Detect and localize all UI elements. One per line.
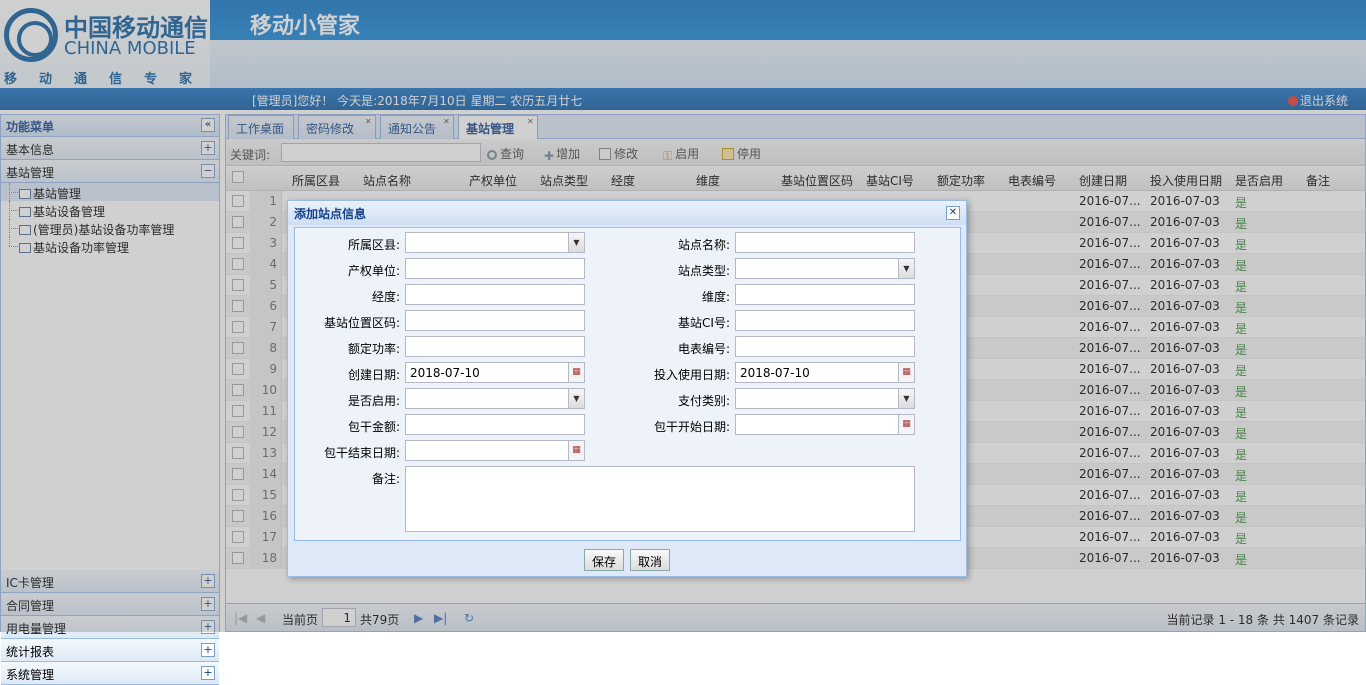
remark-label: 备注:: [371, 472, 400, 486]
in-use-date-value: 2018-07-10: [740, 366, 810, 380]
power-input[interactable]: [405, 336, 585, 357]
site-type-select[interactable]: ▼: [735, 258, 915, 279]
calendar-icon[interactable]: ▦: [568, 441, 584, 460]
save-button[interactable]: 保存: [584, 549, 625, 571]
owner-input[interactable]: [405, 258, 585, 279]
lump-start-label: 包干开始日期:: [653, 420, 730, 434]
enabled-label: 是否启用:: [347, 394, 400, 408]
in-use-date-input[interactable]: 2018-07-10 ▦: [735, 362, 915, 383]
dialog-title: 添加站点信息: [294, 207, 367, 221]
lump-end-label: 包干结束日期:: [323, 446, 400, 460]
menu-group-label: 统计报表: [6, 645, 55, 659]
owner-label: 产权单位:: [347, 264, 400, 278]
site-name-input[interactable]: [735, 232, 915, 253]
lump-end-input[interactable]: ▦: [405, 440, 585, 461]
longitude-input[interactable]: [405, 284, 585, 305]
meter-label: 电表编号:: [677, 342, 730, 356]
lac-input[interactable]: [405, 310, 585, 331]
created-date-input[interactable]: 2018-07-10 ▦: [405, 362, 585, 383]
power-label: 额定功率:: [347, 342, 400, 356]
chevron-down-icon[interactable]: ▼: [898, 389, 914, 408]
add-site-dialog: 添加站点信息 ✕ 所属区县: ▼ 站点名称: 产权单位: 站点类型: ▼ 经度:…: [287, 200, 967, 577]
expand-icon[interactable]: +: [201, 643, 215, 657]
menu-group-reports[interactable]: 统计报表 +: [1, 639, 219, 662]
county-select[interactable]: ▼: [405, 232, 585, 253]
pay-type-select[interactable]: ▼: [735, 388, 915, 409]
latitude-input[interactable]: [735, 284, 915, 305]
dialog-close-icon[interactable]: ✕: [946, 206, 960, 220]
expand-icon[interactable]: +: [201, 666, 215, 680]
menu-group-label: 系统管理: [6, 668, 55, 682]
lump-amount-input[interactable]: [405, 414, 585, 435]
dialog-form: 所属区县: ▼ 站点名称: 产权单位: 站点类型: ▼ 经度: 维度: 基站位置…: [294, 227, 961, 541]
enabled-select[interactable]: ▼: [405, 388, 585, 409]
calendar-icon[interactable]: ▦: [898, 415, 914, 434]
ci-label: 基站CI号:: [678, 316, 730, 330]
created-label: 创建日期:: [347, 368, 400, 382]
site-type-label: 站点类型:: [677, 264, 730, 278]
calendar-icon[interactable]: ▦: [898, 363, 914, 382]
chevron-down-icon[interactable]: ▼: [568, 389, 584, 408]
latitude-label: 维度:: [701, 290, 730, 304]
ci-input[interactable]: [735, 310, 915, 331]
lac-label: 基站位置区码:: [323, 316, 400, 330]
chevron-down-icon[interactable]: ▼: [568, 233, 584, 252]
calendar-icon[interactable]: ▦: [568, 363, 584, 382]
cancel-button[interactable]: 取消: [630, 549, 671, 571]
longitude-label: 经度:: [371, 290, 400, 304]
lump-start-input[interactable]: ▦: [735, 414, 915, 435]
created-date-value: 2018-07-10: [410, 366, 480, 380]
menu-group-system[interactable]: 系统管理 +: [1, 662, 219, 685]
county-label: 所属区县:: [347, 238, 400, 252]
in-use-label: 投入使用日期:: [653, 368, 730, 382]
remark-textarea[interactable]: [405, 466, 915, 532]
lump-amount-label: 包干金额:: [347, 420, 400, 434]
meter-input[interactable]: [735, 336, 915, 357]
dialog-titlebar: 添加站点信息 ✕: [288, 201, 966, 225]
site-name-label: 站点名称:: [677, 238, 730, 252]
pay-type-label: 支付类别:: [677, 394, 730, 408]
chevron-down-icon[interactable]: ▼: [898, 259, 914, 278]
